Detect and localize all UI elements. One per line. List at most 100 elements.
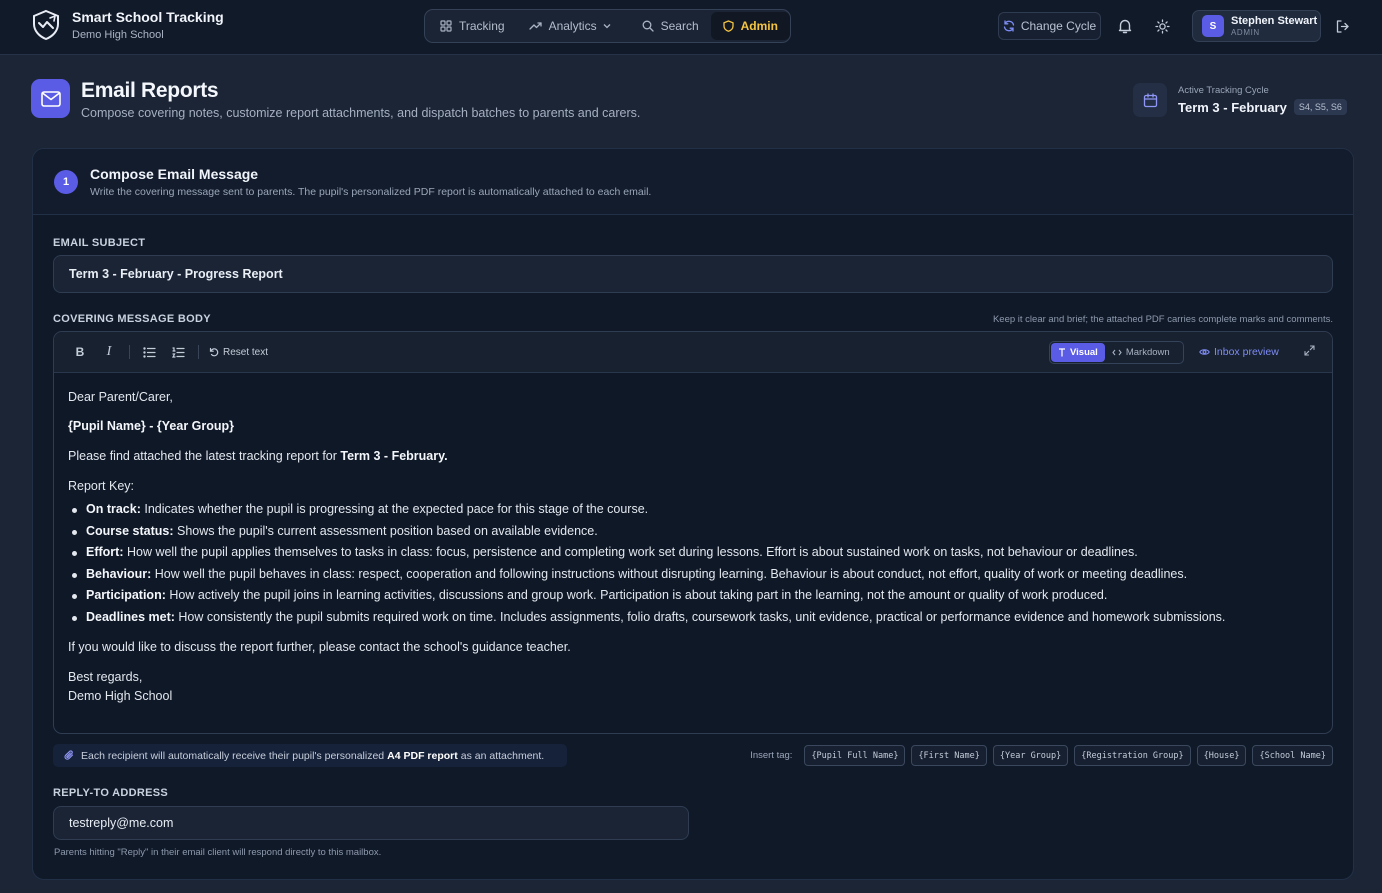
nav-tracking[interactable]: Tracking bbox=[428, 12, 517, 40]
search-icon bbox=[642, 20, 661, 32]
paperclip-icon bbox=[64, 750, 81, 761]
reset-text-label: Reset text bbox=[223, 346, 269, 358]
reply-to-hint: Parents hitting "Reply" in their email c… bbox=[54, 847, 382, 858]
reset-text-button[interactable]: Reset text bbox=[209, 347, 268, 358]
compose-card: 1 Compose Email Message Write the coveri… bbox=[32, 148, 1354, 880]
insert-tag-label: Insert tag: bbox=[750, 750, 793, 761]
list-item: Behaviour: How well the pupil behaves in… bbox=[68, 564, 1318, 586]
logout-icon bbox=[1335, 19, 1350, 34]
compose-title: Compose Email Message bbox=[90, 165, 259, 182]
school-name: Demo High School bbox=[72, 29, 164, 41]
list-item: Effort: How well the pupil applies thems… bbox=[68, 542, 1318, 564]
tag-first-name[interactable]: {First Name} bbox=[911, 745, 987, 766]
undo-icon bbox=[209, 347, 223, 357]
mail-icon bbox=[31, 79, 70, 118]
main-nav: Tracking Analytics Search Admin bbox=[424, 9, 791, 43]
refresh-icon bbox=[1003, 20, 1021, 32]
key-term: Participation: bbox=[86, 588, 166, 603]
subject-label: EMAIL SUBJECT bbox=[53, 237, 146, 249]
message-editor: B I Reset text Visual Markdown Inbox pre… bbox=[53, 331, 1333, 734]
bullet-list-icon bbox=[142, 346, 156, 358]
italic-label: I bbox=[106, 344, 112, 359]
change-cycle-label: Change Cycle bbox=[1020, 19, 1097, 33]
cycle-groups-badge: S4, S5, S6 bbox=[1293, 99, 1347, 115]
visual-mode-button[interactable]: Visual bbox=[1051, 343, 1105, 362]
attachment-note: Each recipient will automatically receiv… bbox=[53, 744, 567, 767]
numbered-list-button[interactable] bbox=[167, 341, 189, 363]
nav-admin-label: Admin bbox=[740, 19, 778, 33]
intro-line: Please find attached the latest tracking… bbox=[68, 447, 1318, 477]
avatar: S bbox=[1202, 15, 1224, 37]
grid-icon bbox=[440, 20, 459, 32]
tag-school-name[interactable]: {School Name} bbox=[1252, 745, 1333, 766]
editor-mode-toggle: Visual Markdown bbox=[1049, 341, 1184, 364]
top-bar: Smart School Tracking Demo High School T… bbox=[0, 0, 1382, 55]
key-heading: Report Key: bbox=[68, 479, 135, 493]
subject-input[interactable] bbox=[53, 255, 1333, 293]
key-term: On track: bbox=[86, 502, 141, 516]
key-term: Behaviour: bbox=[86, 566, 152, 581]
expand-icon bbox=[1304, 345, 1315, 356]
pupil-placeholder: {Pupil Name} - {Year Group} bbox=[68, 419, 235, 433]
pupil-line: {Pupil Name} - {Year Group} bbox=[68, 417, 1318, 447]
tag-house[interactable]: {House} bbox=[1196, 745, 1247, 766]
step-badge: 1 bbox=[54, 169, 78, 194]
nav-analytics[interactable]: Analytics bbox=[517, 12, 630, 40]
compose-description: Write the covering message sent to paren… bbox=[90, 185, 652, 198]
expand-editor-button[interactable] bbox=[1304, 345, 1315, 356]
list-item: Participation: How actively the pupil jo… bbox=[68, 585, 1318, 607]
active-cycle: Active Tracking Cycle Term 3 - February … bbox=[1133, 83, 1347, 117]
bold-button[interactable]: B bbox=[69, 341, 91, 363]
list-item: On track: Indicates whether the pupil is… bbox=[68, 499, 1318, 521]
key-text: Indicates whether the pupil is progressi… bbox=[140, 502, 649, 516]
nav-search[interactable]: Search bbox=[630, 12, 711, 40]
key-text: How well the pupil behaves in class: res… bbox=[151, 566, 1188, 581]
inbox-preview-button[interactable]: Inbox preview bbox=[1199, 346, 1279, 358]
attachment-text: Each recipient will automatically receiv… bbox=[81, 749, 385, 762]
bell-icon bbox=[1117, 18, 1133, 34]
closing-line: If you would like to discuss the report … bbox=[68, 639, 571, 654]
change-cycle-button[interactable]: Change Cycle bbox=[998, 12, 1101, 40]
markdown-mode-button[interactable]: Markdown bbox=[1105, 343, 1177, 362]
reply-to-label: REPLY-TO ADDRESS bbox=[53, 787, 169, 799]
key-text: How well the pupil applies themselves to… bbox=[123, 545, 1138, 560]
logo-icon bbox=[30, 9, 62, 41]
editor-toolbar: B I Reset text Visual Markdown Inbox pre… bbox=[54, 332, 1332, 373]
markdown-label: Markdown bbox=[1125, 347, 1170, 358]
attachment-highlight: A4 PDF report bbox=[387, 749, 458, 762]
editor-content[interactable]: Dear Parent/Carer, {Pupil Name} - {Year … bbox=[54, 373, 1332, 706]
text-icon bbox=[1058, 348, 1070, 357]
nav-tracking-label: Tracking bbox=[459, 19, 505, 33]
bullet-list-button[interactable] bbox=[138, 341, 160, 363]
numbered-list-icon bbox=[171, 346, 185, 358]
user-menu[interactable]: S Stephen Stewart ADMIN bbox=[1192, 10, 1321, 42]
brand[interactable]: Smart School Tracking Demo High School bbox=[30, 9, 224, 41]
theme-toggle-button[interactable] bbox=[1152, 16, 1172, 36]
eye-icon bbox=[1199, 348, 1214, 356]
attachment-suffix: as an attachment. bbox=[460, 749, 545, 762]
cycle-label: Active Tracking Cycle bbox=[1178, 85, 1269, 96]
user-role: ADMIN bbox=[1231, 28, 1260, 37]
report-key-list: On track: Indicates whether the pupil is… bbox=[68, 499, 1318, 629]
inbox-preview-label: Inbox preview bbox=[1214, 346, 1279, 358]
sun-icon bbox=[1154, 18, 1170, 34]
list-item: Deadlines met: How consistently the pupi… bbox=[68, 607, 1318, 629]
shield-icon bbox=[722, 20, 741, 32]
key-text: How consistently the pupil submits requi… bbox=[174, 609, 1226, 624]
page-title: Email Reports bbox=[81, 79, 219, 102]
chevron-down-icon bbox=[603, 23, 618, 29]
intro-text: Please find attached the latest tracking… bbox=[68, 449, 341, 463]
tag-registration-group[interactable]: {Registration Group} bbox=[1074, 745, 1191, 766]
toolbar-divider bbox=[198, 345, 199, 359]
tag-pupil-full-name[interactable]: {Pupil Full Name} bbox=[804, 745, 906, 766]
nav-admin[interactable]: Admin bbox=[710, 12, 790, 40]
insert-tags: Insert tag: {Pupil Full Name} {First Nam… bbox=[750, 745, 1333, 766]
nav-search-label: Search bbox=[660, 19, 699, 33]
reply-to-input[interactable] bbox=[53, 806, 689, 840]
notifications-button[interactable] bbox=[1115, 16, 1135, 36]
tag-year-group[interactable]: {Year Group} bbox=[992, 745, 1069, 766]
signature: Demo High School bbox=[68, 688, 173, 703]
italic-button[interactable]: I bbox=[98, 341, 120, 363]
cycle-value: Term 3 - February bbox=[1178, 99, 1287, 115]
logout-button[interactable] bbox=[1332, 16, 1352, 36]
